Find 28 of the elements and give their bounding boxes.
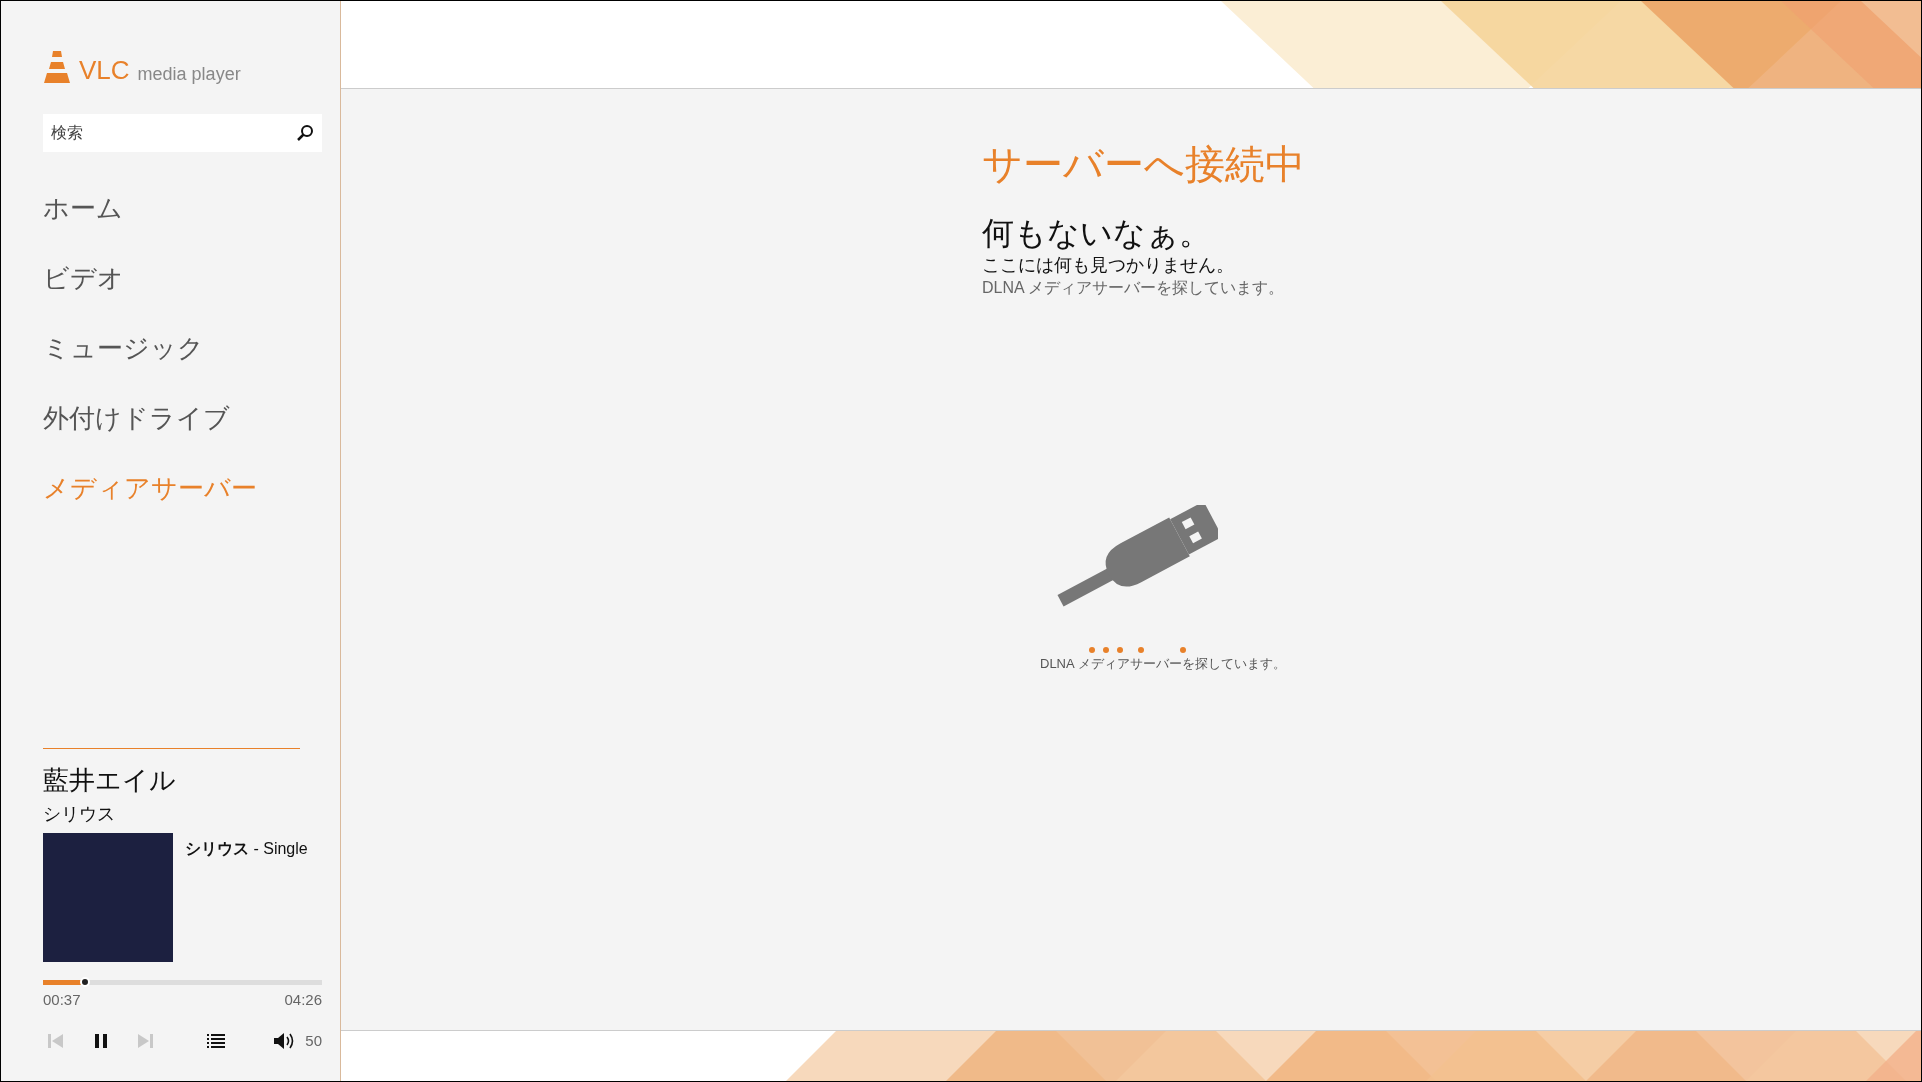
search-field[interactable]: 検索	[43, 114, 322, 152]
track-title: シリウス	[43, 802, 116, 826]
empty-message: ここには何も見つかりません。	[982, 254, 1235, 277]
traffic-cone-icon	[43, 51, 71, 83]
artist-name: 藍井エイル	[43, 763, 177, 797]
speaker-icon[interactable]	[273, 1032, 296, 1050]
skip-forward-icon	[136, 1033, 155, 1049]
total-time: 04:26	[284, 989, 322, 1010]
pause-icon	[93, 1033, 108, 1049]
app-logo-text: VLC	[79, 57, 130, 83]
progress-thumb[interactable]	[80, 976, 91, 987]
album-title: シリウス - Single	[185, 838, 308, 859]
loading-dots-icon	[1089, 647, 1189, 653]
empty-heading: 何もないなぁ。	[982, 214, 1212, 253]
loading-text: DLNA メディアサーバーを探しています。	[1040, 655, 1286, 673]
page-title: サーバーへ接続中	[982, 141, 1306, 188]
list-icon	[206, 1033, 225, 1049]
elapsed-time: 00:37	[43, 989, 81, 1010]
volume-value: 50	[305, 1030, 322, 1051]
search-icon[interactable]	[296, 124, 314, 142]
skip-back-icon	[47, 1033, 65, 1049]
empty-detail: DLNA メディアサーバーを探しています。	[982, 278, 1286, 298]
nav-item[interactable]: 外付けドライブ	[43, 400, 230, 436]
app-logo-subtitle: media player	[137, 65, 241, 83]
nav-item[interactable]: ホーム	[43, 190, 123, 226]
nav-item[interactable]: ビデオ	[43, 260, 124, 296]
progress-track[interactable]	[43, 979, 322, 985]
nav-item[interactable]: ミュージック	[43, 330, 204, 366]
